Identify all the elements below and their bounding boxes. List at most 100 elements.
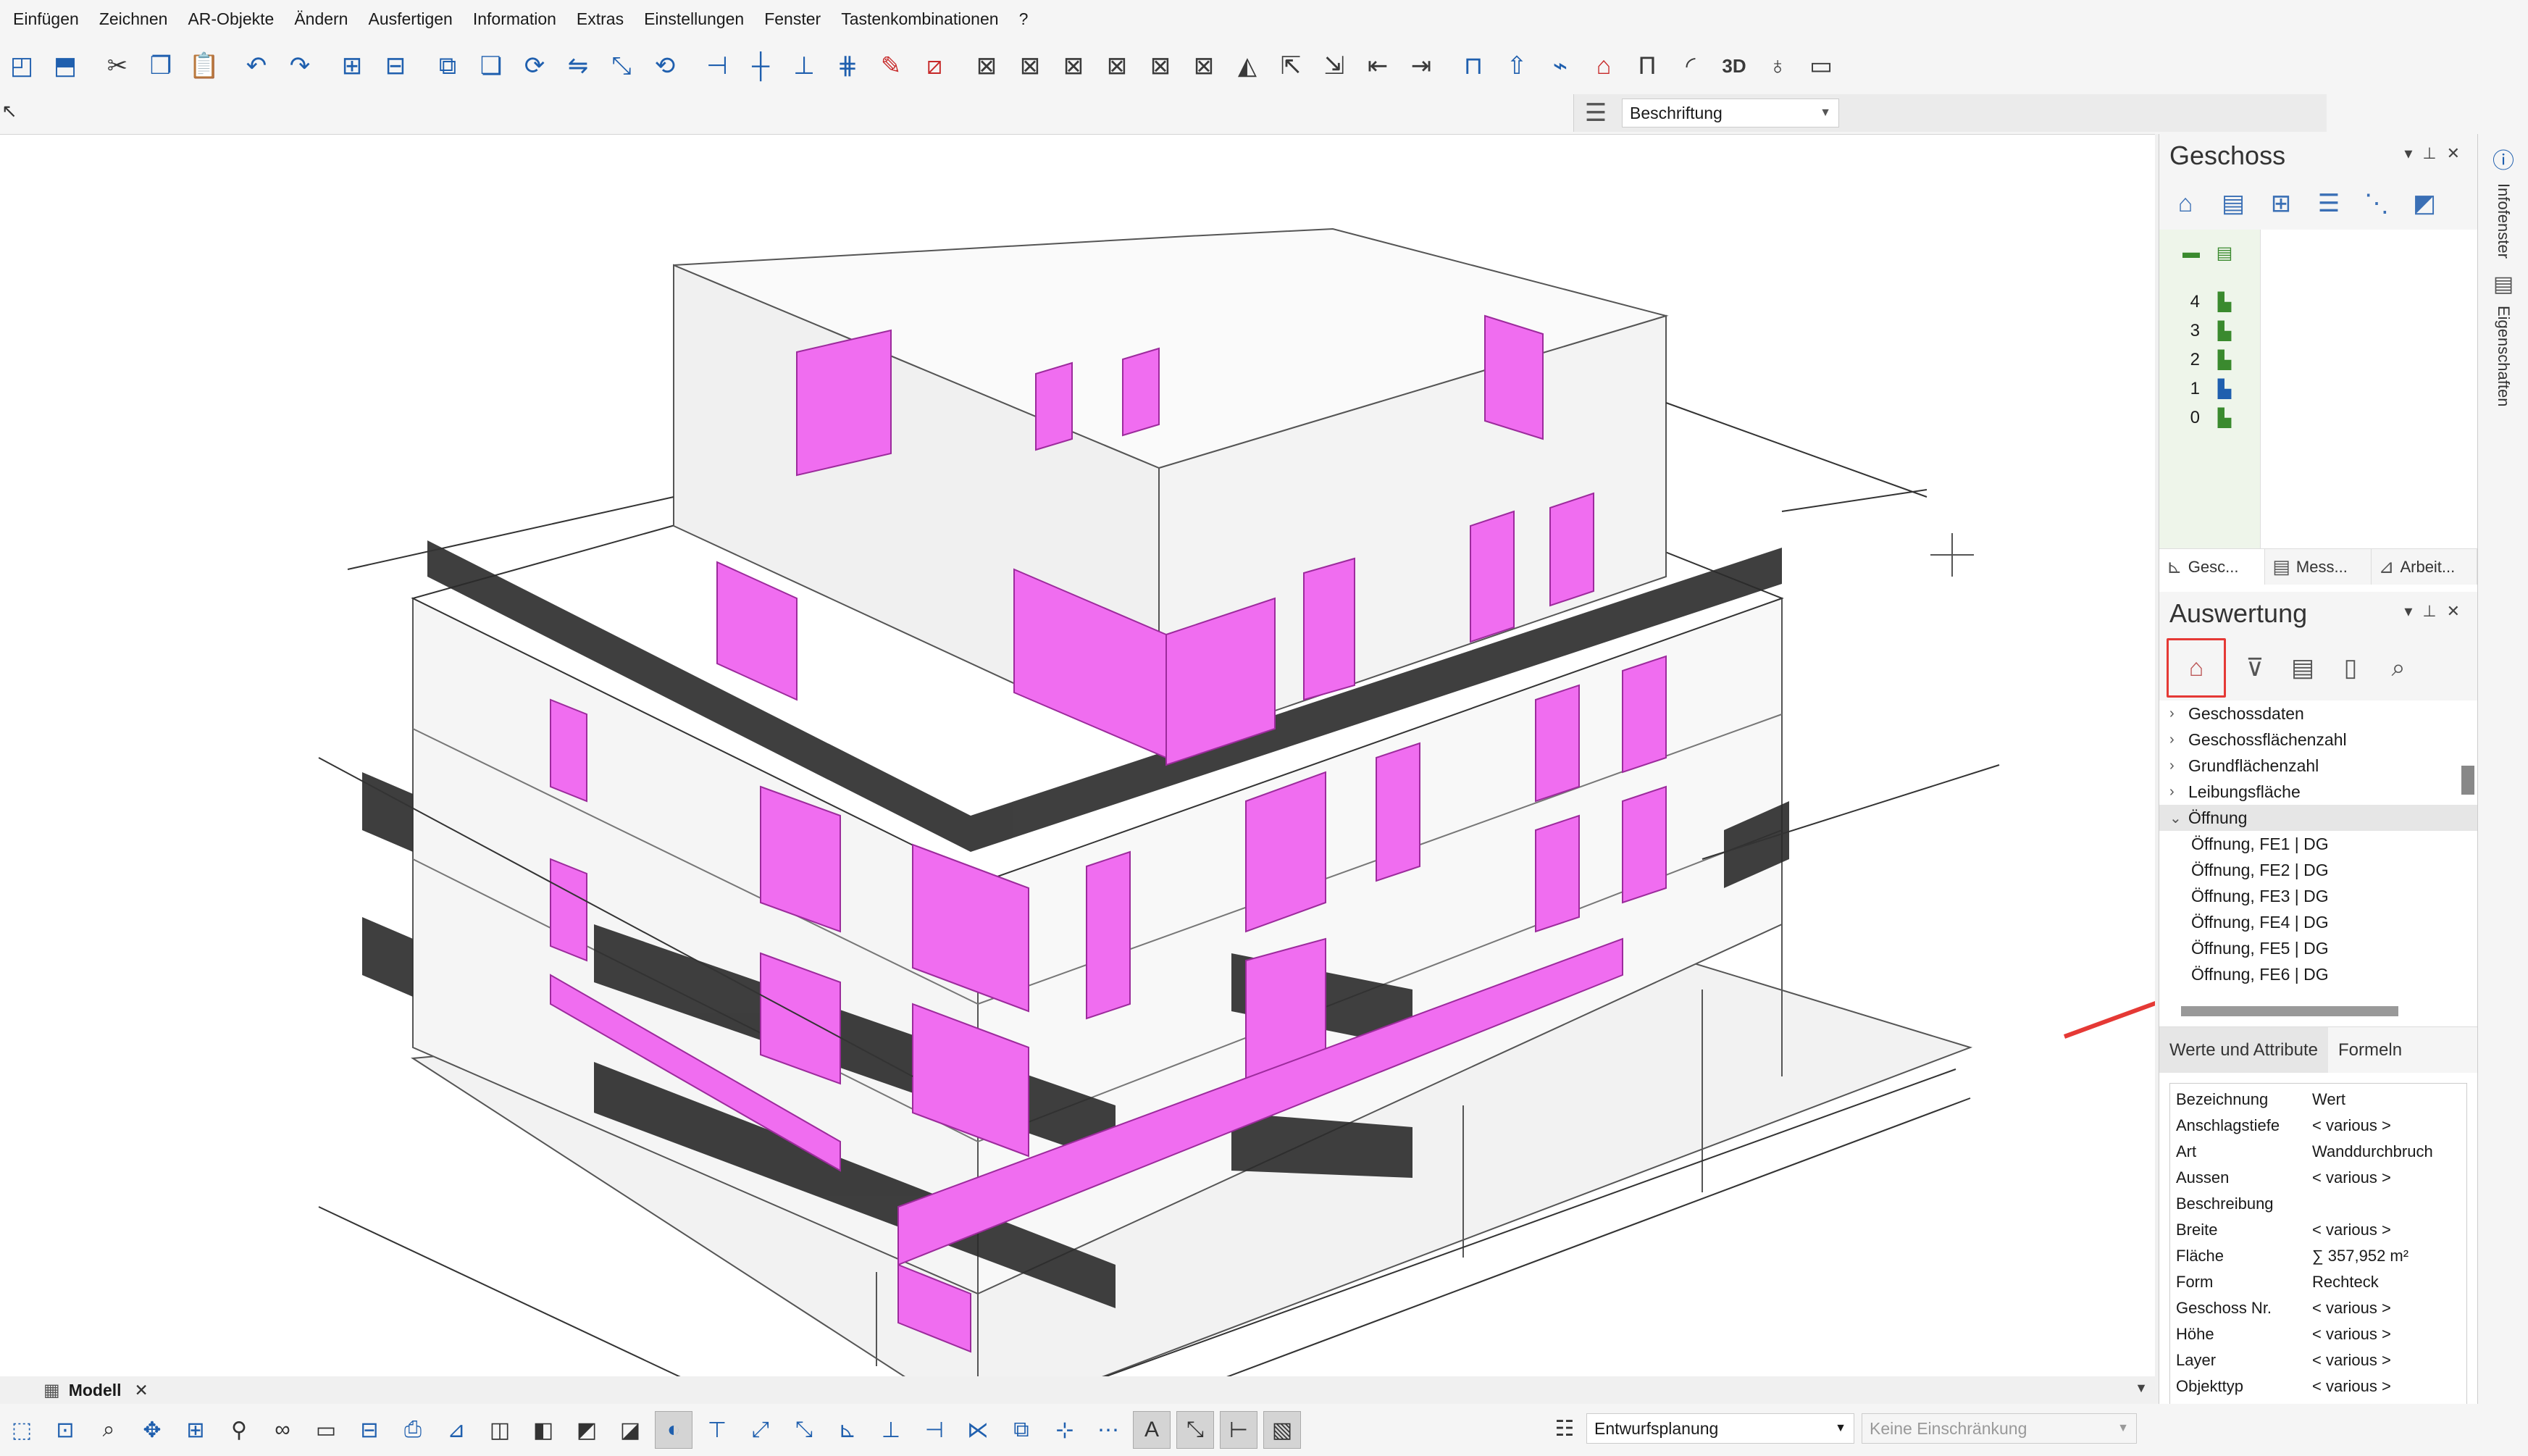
tree-child[interactable]: Öffnung, FE1 | DG — [2159, 831, 2477, 857]
pyramid-icon[interactable]: ◭ — [1229, 46, 1265, 86]
trim-icon[interactable]: ⊣ — [699, 46, 735, 86]
hidden-line-icon[interactable]: ◫ — [481, 1411, 519, 1449]
cut-icon[interactable]: ✂ — [99, 46, 135, 86]
eigenschaften-tab[interactable]: ▤ Eigenschaften — [2485, 272, 2521, 406]
wall-c-icon[interactable]: ⊠ — [1055, 46, 1092, 86]
transparency-icon[interactable]: ◐ — [655, 1411, 692, 1449]
menu-information[interactable]: Information — [463, 0, 566, 38]
attribute-row[interactable]: Beschreibung — [2176, 1191, 2461, 1217]
axis-z-icon[interactable]: ⊾ — [829, 1411, 866, 1449]
column-icon[interactable]: Π — [1629, 46, 1665, 86]
tab-arbeitsebene[interactable]: ⊿ Arbeit... — [2372, 549, 2477, 585]
modify-icon[interactable]: ⧄ — [916, 46, 953, 86]
viewport-icon[interactable]: ▭ — [307, 1411, 345, 1449]
view-axis-icon[interactable]: ⊤ — [698, 1411, 736, 1449]
cube-rotate-icon[interactable]: ⟲ — [647, 46, 683, 86]
paste-icon[interactable]: 📋 — [186, 46, 222, 86]
close-icon[interactable]: ✕ — [135, 1381, 148, 1400]
tree-node[interactable]: › Geschossflächenzahl — [2159, 727, 2477, 753]
tree-hscrollbar[interactable] — [2181, 1006, 2398, 1016]
tree-child[interactable]: Öffnung, FE5 | DG — [2159, 935, 2477, 961]
tree-node[interactable]: › Grundflächenzahl — [2159, 753, 2477, 779]
vr-glasses-icon[interactable]: ∞ — [264, 1411, 301, 1449]
pointer-icon[interactable]: ↖ — [0, 94, 43, 134]
axis-x-icon[interactable]: ⤢ — [742, 1411, 779, 1449]
copy-element-icon[interactable]: ⧉ — [430, 46, 466, 86]
view-iso-icon[interactable]: ⋉ — [959, 1411, 997, 1449]
transfer-icon[interactable]: ⇥ — [1403, 46, 1439, 86]
redo-icon[interactable]: ↷ — [282, 46, 318, 86]
evaluate-icon[interactable]: ⌂ — [2167, 638, 2226, 698]
arrange-icon[interactable]: ⇲ — [1316, 46, 1352, 86]
tree-child[interactable]: Öffnung, FE3 | DG — [2159, 883, 2477, 909]
walk-icon[interactable]: ⚲ — [220, 1411, 258, 1449]
attribute-row[interactable]: Art Wanddurchbruch — [2176, 1139, 2461, 1165]
undo-icon[interactable]: ↶ — [238, 46, 275, 86]
search-icon[interactable]: ⌕ — [2380, 649, 2417, 687]
new-icon[interactable]: ◰ — [4, 46, 40, 86]
menu-fenster[interactable]: Fenster — [754, 0, 831, 38]
zoom-all-icon[interactable]: ⊞ — [177, 1411, 214, 1449]
shaded-icon[interactable]: ◧ — [524, 1411, 562, 1449]
wireframe-icon[interactable]: ⊿ — [438, 1411, 475, 1449]
report-icon[interactable]: ▤ — [2284, 649, 2322, 687]
scale-icon[interactable]: ⤡ — [603, 46, 640, 86]
attribute-row[interactable]: Anschlagstiefe < various > — [2176, 1113, 2461, 1139]
menu-ar-objekte[interactable]: AR-Objekte — [177, 0, 284, 38]
attribute-row[interactable]: Höhe < various > — [2176, 1321, 2461, 1347]
3d-view-icon[interactable]: 3D — [1716, 46, 1752, 86]
menu-einstellungen[interactable]: Einstellungen — [634, 0, 754, 38]
divide-icon[interactable]: ⋕ — [829, 46, 866, 86]
attribute-row[interactable]: Aussen < various > — [2176, 1165, 2461, 1191]
duplicate-icon[interactable]: ❏ — [473, 46, 509, 86]
wall-icon[interactable]: ⊠ — [968, 46, 1005, 86]
rotate-icon[interactable]: ⟳ — [516, 46, 553, 86]
section-icon[interactable]: ⇤ — [1360, 46, 1396, 86]
arc-icon[interactable]: ◜ — [1673, 46, 1709, 86]
menu-help[interactable]: ? — [1009, 0, 1039, 38]
snap-grid-icon[interactable]: ⋯ — [1089, 1411, 1127, 1449]
sheet-icon[interactable]: ▯ — [2332, 649, 2369, 687]
tab-messen[interactable]: ▤ Mess... — [2265, 549, 2372, 585]
zoom-window-icon[interactable]: ⬚ — [3, 1411, 41, 1449]
filter-icon[interactable]: ⊽ — [2236, 649, 2274, 687]
tab-werte-attribute[interactable]: Werte und Attribute — [2159, 1027, 2329, 1073]
ceiling-icon[interactable]: ⌁ — [1542, 46, 1578, 86]
menu-einfuegen[interactable]: Einfügen — [3, 0, 89, 38]
wall-b-icon[interactable]: ⊠ — [1012, 46, 1048, 86]
printer-icon[interactable]: ⎙ — [394, 1411, 432, 1449]
mirror-icon[interactable]: ⇋ — [560, 46, 596, 86]
level-row[interactable]: 4 ▙ — [2159, 288, 2260, 317]
menu-ausfertigen[interactable]: Ausfertigen — [358, 0, 462, 38]
camera-icon[interactable]: ▭ — [1803, 46, 1839, 86]
plan-select[interactable]: Entwurfsplanung ▼ — [1586, 1413, 1854, 1444]
menu-extras[interactable]: Extras — [566, 0, 634, 38]
measure-tool-icon[interactable]: ⊢ — [1220, 1411, 1257, 1449]
axis-y-icon[interactable]: ⤡ — [785, 1411, 823, 1449]
building-icon[interactable]: ⌂ — [2167, 185, 2204, 222]
section-plane-icon[interactable]: ⊟ — [351, 1411, 388, 1449]
tree-icon[interactable]: ⋱ — [2358, 185, 2395, 222]
stair-icon[interactable]: ⌂ — [1586, 46, 1622, 86]
tree-node[interactable]: › Leibungsfläche — [2159, 779, 2477, 805]
tree-child[interactable]: Öffnung, FE6 | DG — [2159, 961, 2477, 987]
level-row[interactable]: 0 ▙ — [2159, 403, 2260, 432]
zoom-region-icon[interactable]: ⊡ — [46, 1411, 84, 1449]
panel-controls[interactable]: ▾⊥✕ — [2404, 144, 2470, 163]
lamp-icon[interactable]: ♁ — [1759, 46, 1796, 86]
render-alt-icon[interactable]: ◪ — [611, 1411, 649, 1449]
zoom-in-icon[interactable]: ⊞ — [334, 46, 370, 86]
attribute-row[interactable]: Objekttyp < various > — [2176, 1373, 2461, 1399]
render-icon[interactable]: ◩ — [568, 1411, 606, 1449]
layer-select[interactable]: Beschriftung ▼ — [1622, 99, 1839, 127]
wall-f-icon[interactable]: ⊠ — [1186, 46, 1222, 86]
magnifier-icon[interactable]: ⌕ — [90, 1411, 127, 1449]
panel-controls[interactable]: ▾⊥✕ — [2404, 602, 2470, 621]
roof-icon[interactable]: ⇧ — [1499, 46, 1535, 86]
view-front-icon[interactable]: ⊥ — [872, 1411, 910, 1449]
erase-icon[interactable]: ✎ — [873, 46, 909, 86]
pan-icon[interactable]: ✥ — [133, 1411, 171, 1449]
chevron-down-icon[interactable]: ▼ — [2135, 1381, 2148, 1396]
split-icon[interactable]: ⊥ — [786, 46, 822, 86]
attribute-row[interactable]: Form Rechteck — [2176, 1269, 2461, 1295]
